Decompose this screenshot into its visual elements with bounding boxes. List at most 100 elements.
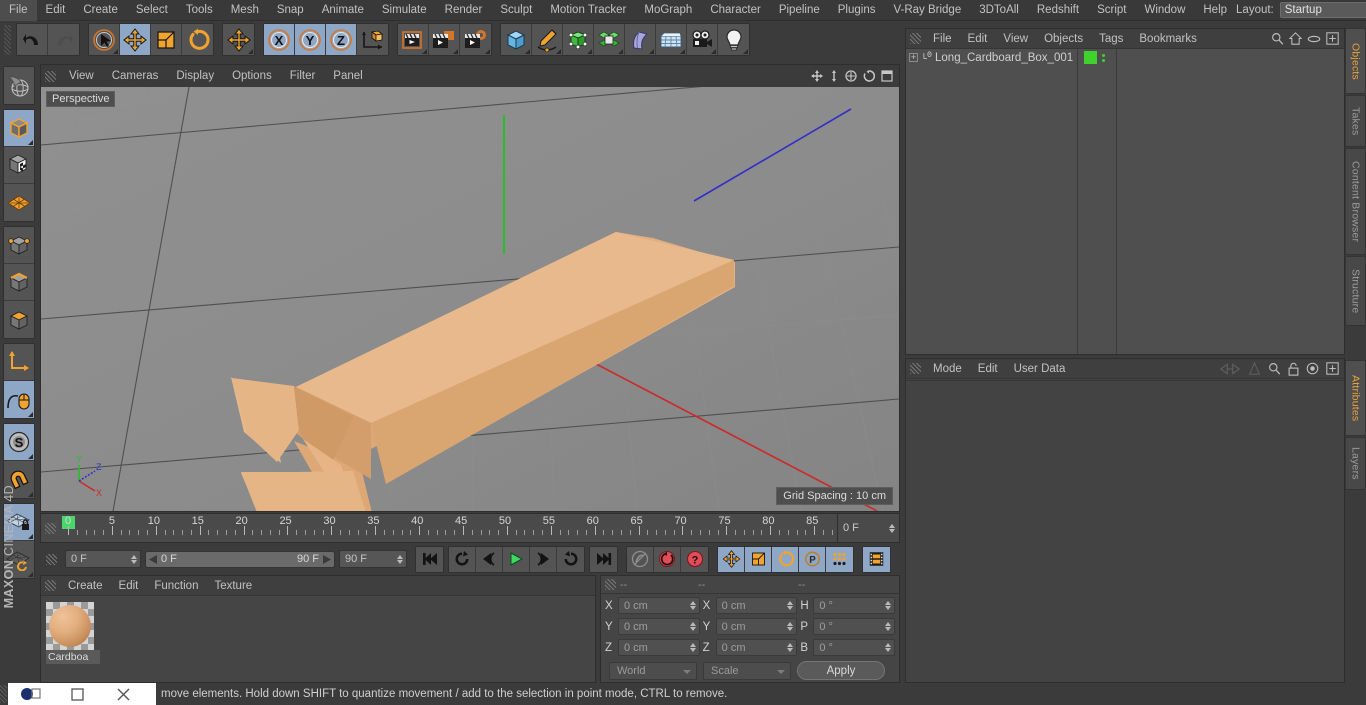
lock-icon[interactable] [1288,362,1299,376]
spinner-icon[interactable] [689,601,697,610]
material-tag-icon[interactable] [1084,51,1097,64]
material-menu-function[interactable]: Function [146,576,206,596]
object-manager-body[interactable]: + └0 Long_Cardboard_Box_001 [906,49,1344,354]
play-button[interactable] [503,546,530,572]
scale-tool-button[interactable] [151,24,182,55]
menu-item-snap[interactable]: Snap [268,0,313,21]
object-manager-grip[interactable] [910,33,921,44]
model-mode-button[interactable] [4,147,34,184]
render-view-button[interactable] [398,24,429,55]
spinner-icon[interactable] [397,554,404,564]
rail-tab-takes[interactable]: Takes [1345,95,1366,147]
maximize-view-icon[interactable] [881,70,893,82]
attributes-menu-mode[interactable]: Mode [925,359,970,379]
status-bar-grip[interactable] [0,685,7,703]
rail-tab-objects[interactable]: Objects [1345,28,1366,94]
spline-pen-button[interactable] [532,24,563,55]
object-menu-view[interactable]: View [995,29,1036,49]
expand-toggle-icon[interactable]: + [909,53,918,62]
current-frame-field[interactable]: 0 F [65,550,141,568]
parameter-key-button[interactable]: P [799,546,826,572]
polygon-mode-button[interactable] [4,301,34,338]
ellipse-icon[interactable] [1307,34,1321,44]
prev-icon[interactable] [1219,362,1241,375]
light-button[interactable] [718,24,749,55]
spinner-icon[interactable] [885,601,892,610]
step-back-button[interactable] [476,546,503,572]
menu-item-motion-tracker[interactable]: Motion Tracker [541,0,635,21]
search-icon[interactable] [1271,32,1284,45]
search-icon[interactable] [1268,362,1281,375]
rail-tab-structure[interactable]: Structure [1345,256,1366,326]
menu-item-tools[interactable]: Tools [177,0,222,21]
material-manager-grip[interactable] [45,580,56,591]
next-keyframe-button[interactable] [557,546,584,572]
axis-mode-button[interactable] [4,344,34,381]
spinner-icon[interactable] [787,601,794,610]
viewport-menu-options[interactable]: Options [223,65,281,87]
target-icon[interactable] [1306,362,1319,375]
move-tool-button[interactable] [120,24,151,55]
viewport-menu-view[interactable]: View [60,65,103,87]
spinner-icon[interactable] [689,643,697,652]
material-item[interactable]: Cardboa [46,602,100,664]
expand-icon[interactable] [1326,362,1339,375]
layout-select[interactable]: Startup [1279,2,1366,18]
viewport-menu-cameras[interactable]: Cameras [103,65,168,87]
menu-item-simulate[interactable]: Simulate [373,0,436,21]
coord-rot-p-field[interactable]: 0 ° [813,618,896,635]
point-level-animation-button[interactable] [826,546,853,572]
home-icon[interactable] [1289,32,1302,45]
coordinates-grip[interactable] [605,579,616,590]
menu-item-character[interactable]: Character [701,0,770,21]
visibility-dots-icon[interactable] [1102,53,1105,62]
coord-size-y-field[interactable]: 0 cm [715,618,798,635]
spinner-icon[interactable] [787,622,794,631]
render-to-picture-viewer-button[interactable] [429,24,460,55]
material-preview[interactable] [46,602,94,650]
coordinate-system-select[interactable]: World [609,661,697,680]
camera-button[interactable] [687,24,718,55]
lock-x-axis-button[interactable]: X [264,24,295,55]
spinner-icon[interactable] [787,643,794,652]
attributes-menu-edit[interactable]: Edit [970,359,1006,379]
menu-item-mesh[interactable]: Mesh [222,0,268,21]
zoom-view-icon[interactable] [845,70,857,82]
material-menu-create[interactable]: Create [60,576,111,596]
render-settings-button[interactable] [460,24,491,55]
world-object-coordinates-button[interactable] [357,24,388,55]
object-menu-tags[interactable]: Tags [1091,29,1131,49]
dynamic-place-button[interactable] [223,24,254,55]
coord-pos-y-field[interactable]: 0 cm [618,618,700,635]
menu-item-mograph[interactable]: MoGraph [635,0,701,21]
undo-button[interactable] [17,24,48,55]
spinner-icon[interactable] [131,554,138,564]
menu-item-pipeline[interactable]: Pipeline [770,0,829,21]
viewport-menu-panel[interactable]: Panel [324,65,371,87]
menu-item-plugins[interactable]: Plugins [829,0,885,21]
scale-key-button[interactable] [745,546,772,572]
menu-item-file[interactable]: File [0,0,37,21]
apply-button[interactable]: Apply [797,661,885,680]
menu-item-select[interactable]: Select [127,0,177,21]
object-tag-row[interactable] [1079,49,1116,66]
record-active-objects-button[interactable] [627,546,654,572]
move-view-icon[interactable] [811,70,823,82]
rotation-key-button[interactable] [772,546,799,572]
redo-button[interactable] [48,24,79,55]
timeline-frame-field[interactable]: 0 F [837,514,899,542]
menu-item-vray-bridge[interactable]: V-Ray Bridge [884,0,970,21]
rail-tab-attributes[interactable]: Attributes [1345,360,1366,436]
next-icon[interactable] [1248,362,1261,375]
object-menu-edit[interactable]: Edit [960,29,996,49]
pan-view-icon[interactable] [829,70,839,82]
timeline-grip[interactable] [45,523,56,534]
timeline-toggle-button[interactable] [863,546,890,572]
go-to-end-button[interactable] [590,546,617,572]
object-menu-objects[interactable]: Objects [1036,29,1091,49]
material-menu-texture[interactable]: Texture [206,576,260,596]
rotate-tool-button[interactable] [182,24,213,55]
lock-y-axis-button[interactable]: Y [295,24,326,55]
spinner-icon[interactable] [885,643,892,652]
autokeying-button[interactable] [654,546,681,572]
